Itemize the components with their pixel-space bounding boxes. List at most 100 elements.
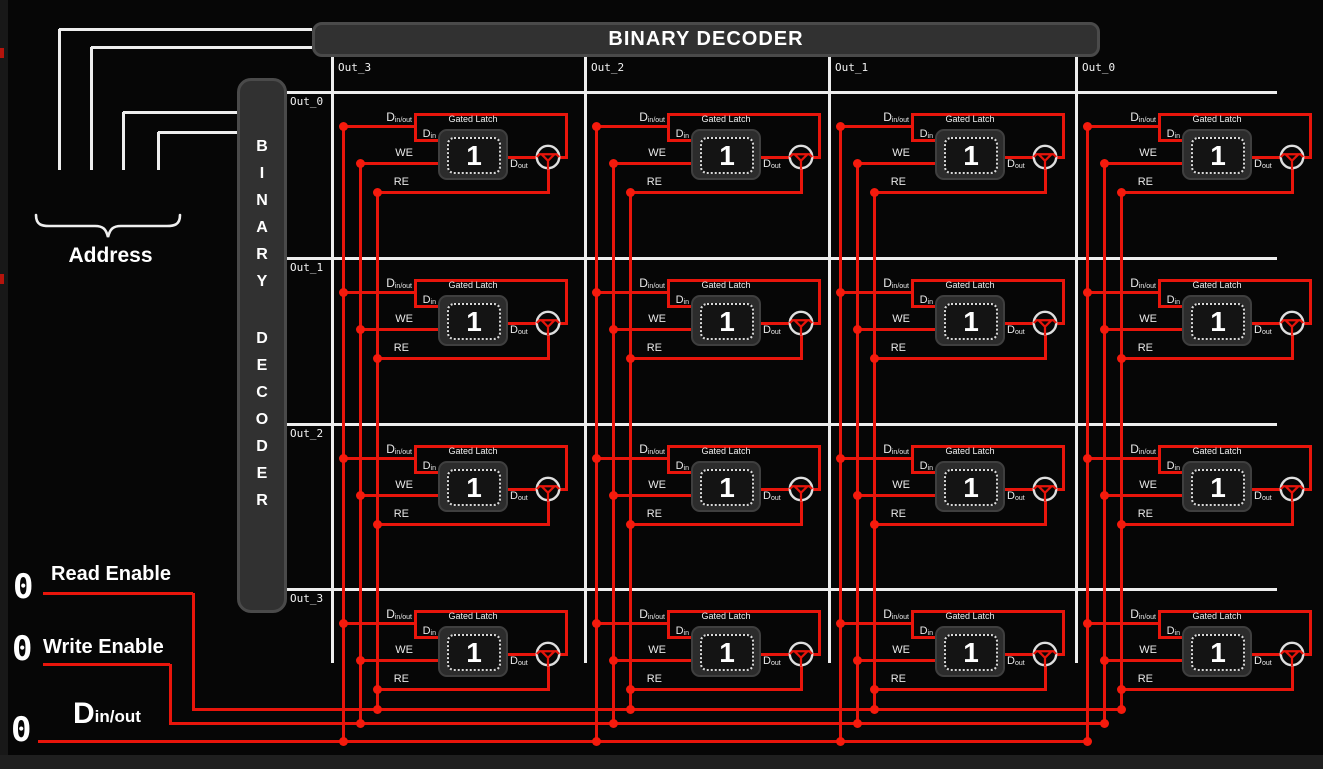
gated-latch-chip[interactable]: 1 bbox=[691, 461, 761, 512]
wire-junction-dot bbox=[853, 719, 862, 728]
gated-latch-cell[interactable]: Din/out WE RE Gated Latch 1 Din Dout bbox=[829, 424, 1069, 534]
gated-latch-chip[interactable]: 1 bbox=[438, 626, 508, 677]
gated-latch-cell[interactable]: Din/out WE RE Gated Latch 1 Din Dout bbox=[585, 589, 825, 699]
gated-latch-title: Gated Latch bbox=[434, 611, 512, 621]
gated-latch-chip[interactable]: 1 bbox=[1182, 129, 1252, 180]
tristate-buffer-icon[interactable] bbox=[787, 143, 815, 171]
row-select-label: Out_2 bbox=[290, 427, 323, 440]
write-enable-toggle[interactable]: 0 bbox=[12, 632, 32, 666]
wire-segment bbox=[857, 162, 937, 165]
cell-dinout-label: Din/out bbox=[605, 442, 665, 456]
tristate-buffer-icon[interactable] bbox=[1031, 475, 1059, 503]
data-inout-toggle[interactable]: 0 bbox=[11, 713, 31, 747]
latch-state-display: 1 bbox=[447, 137, 501, 174]
tristate-buffer-icon[interactable] bbox=[787, 309, 815, 337]
gated-latch-chip[interactable]: 1 bbox=[691, 626, 761, 677]
gated-latch-chip[interactable]: 1 bbox=[1182, 626, 1252, 677]
top-binary-decoder[interactable]: BINARY DECODER bbox=[312, 22, 1100, 57]
tristate-buffer-icon[interactable] bbox=[1278, 640, 1306, 668]
wire-segment bbox=[1044, 169, 1047, 193]
wire-segment bbox=[343, 125, 415, 128]
cell-re-label: RE bbox=[620, 673, 662, 685]
wire-segment bbox=[840, 622, 912, 625]
column-select-label: Out_3 bbox=[338, 61, 371, 74]
left-binary-decoder[interactable]: BINARYDECODER bbox=[237, 78, 287, 613]
gated-latch-chip[interactable]: 1 bbox=[438, 295, 508, 346]
gated-latch-cell[interactable]: Din/out WE RE Gated Latch 1 Din Dout bbox=[829, 258, 1069, 368]
tristate-buffer-icon[interactable] bbox=[534, 640, 562, 668]
gated-latch-chip[interactable]: 1 bbox=[935, 626, 1005, 677]
gated-latch-cell[interactable]: Din/out WE RE Gated Latch 1 Din Dout bbox=[585, 92, 825, 202]
tristate-buffer-icon[interactable] bbox=[1031, 309, 1059, 337]
cell-we-label: WE bbox=[624, 644, 666, 656]
gated-latch-cell[interactable]: Din/out WE RE Gated Latch 1 Din Dout bbox=[332, 258, 572, 368]
cell-din-label: Din bbox=[663, 460, 689, 472]
tristate-buffer-icon[interactable] bbox=[787, 475, 815, 503]
gated-latch-cell[interactable]: Din/out WE RE Gated Latch 1 Din Dout bbox=[585, 258, 825, 368]
latch-value: 1 bbox=[1210, 142, 1226, 170]
wire-segment bbox=[630, 357, 803, 360]
gated-latch-cell[interactable]: Din/out WE RE Gated Latch 1 Din Dout bbox=[332, 424, 572, 534]
cell-re-label: RE bbox=[1111, 508, 1153, 520]
cell-dinout-label: Din/out bbox=[352, 607, 412, 621]
gated-latch-chip[interactable]: 1 bbox=[691, 129, 761, 180]
wire-junction-dot bbox=[853, 491, 862, 500]
cell-re-label: RE bbox=[367, 508, 409, 520]
wire-junction-dot bbox=[836, 619, 845, 628]
gated-latch-chip[interactable]: 1 bbox=[438, 129, 508, 180]
wire-junction-dot bbox=[356, 656, 365, 665]
gated-latch-cell[interactable]: Din/out WE RE Gated Latch 1 Din Dout bbox=[1076, 424, 1316, 534]
gated-latch-chip[interactable]: 1 bbox=[935, 461, 1005, 512]
wire-segment bbox=[840, 457, 912, 460]
wire-junction-dot bbox=[870, 354, 879, 363]
cell-dinout-label: Din/out bbox=[352, 110, 412, 124]
gated-latch-chip[interactable]: 1 bbox=[691, 295, 761, 346]
tristate-buffer-icon[interactable] bbox=[534, 143, 562, 171]
address-wire bbox=[91, 46, 312, 49]
tristate-buffer-icon[interactable] bbox=[1278, 475, 1306, 503]
gated-latch-title: Gated Latch bbox=[931, 446, 1009, 456]
tristate-buffer-icon[interactable] bbox=[534, 309, 562, 337]
gated-latch-cell[interactable]: Din/out WE RE Gated Latch 1 Din Dout bbox=[585, 424, 825, 534]
cell-din-label: Din bbox=[907, 294, 933, 306]
tristate-buffer-icon[interactable] bbox=[1031, 143, 1059, 171]
wire-segment bbox=[377, 191, 550, 194]
tristate-buffer-icon[interactable] bbox=[787, 640, 815, 668]
gated-latch-cell[interactable]: Din/out WE RE Gated Latch 1 Din Dout bbox=[1076, 92, 1316, 202]
gated-latch-cell[interactable]: Din/out WE RE Gated Latch 1 Din Dout bbox=[1076, 589, 1316, 699]
cell-re-label: RE bbox=[864, 342, 906, 354]
vertical-decoder-letter: R bbox=[256, 493, 268, 509]
wire-junction-dot bbox=[626, 705, 635, 714]
gated-latch-cell[interactable]: Din/out WE RE Gated Latch 1 Din Dout bbox=[332, 589, 572, 699]
gated-latch-chip[interactable]: 1 bbox=[438, 461, 508, 512]
cell-we-label: WE bbox=[624, 313, 666, 325]
gated-latch-cell[interactable]: Din/out WE RE Gated Latch 1 Din Dout bbox=[1076, 258, 1316, 368]
wire-junction-dot bbox=[1083, 288, 1092, 297]
tristate-buffer-icon[interactable] bbox=[534, 475, 562, 503]
wire-junction-dot bbox=[1117, 188, 1126, 197]
read-enable-toggle[interactable]: 0 bbox=[13, 570, 33, 604]
gated-latch-chip[interactable]: 1 bbox=[935, 129, 1005, 180]
gated-latch-cell[interactable]: Din/out WE RE Gated Latch 1 Din Dout bbox=[829, 589, 1069, 699]
tristate-buffer-icon[interactable] bbox=[1031, 640, 1059, 668]
tristate-buffer-icon[interactable] bbox=[1278, 143, 1306, 171]
cell-we-label: WE bbox=[868, 313, 910, 325]
gated-latch-chip[interactable]: 1 bbox=[1182, 295, 1252, 346]
gated-latch-title: Gated Latch bbox=[931, 114, 1009, 124]
cell-dinout-label: Din/out bbox=[1096, 110, 1156, 124]
cell-din-label: Din bbox=[663, 128, 689, 140]
cell-din-label: Din bbox=[410, 128, 436, 140]
gated-latch-cell[interactable]: Din/out WE RE Gated Latch 1 Din Dout bbox=[332, 92, 572, 202]
gated-latch-chip[interactable]: 1 bbox=[935, 295, 1005, 346]
wire-segment bbox=[1121, 523, 1294, 526]
wire-segment bbox=[1062, 610, 1065, 656]
wire-junction-dot bbox=[836, 454, 845, 463]
wire-segment bbox=[565, 445, 568, 491]
tristate-buffer-icon[interactable] bbox=[1278, 309, 1306, 337]
latch-state-display: 1 bbox=[1191, 469, 1245, 506]
gated-latch-cell[interactable]: Din/out WE RE Gated Latch 1 Din Dout bbox=[829, 92, 1069, 202]
wire-segment bbox=[857, 328, 937, 331]
gated-latch-chip[interactable]: 1 bbox=[1182, 461, 1252, 512]
wire-segment bbox=[343, 291, 415, 294]
cell-din-label: Din bbox=[907, 460, 933, 472]
